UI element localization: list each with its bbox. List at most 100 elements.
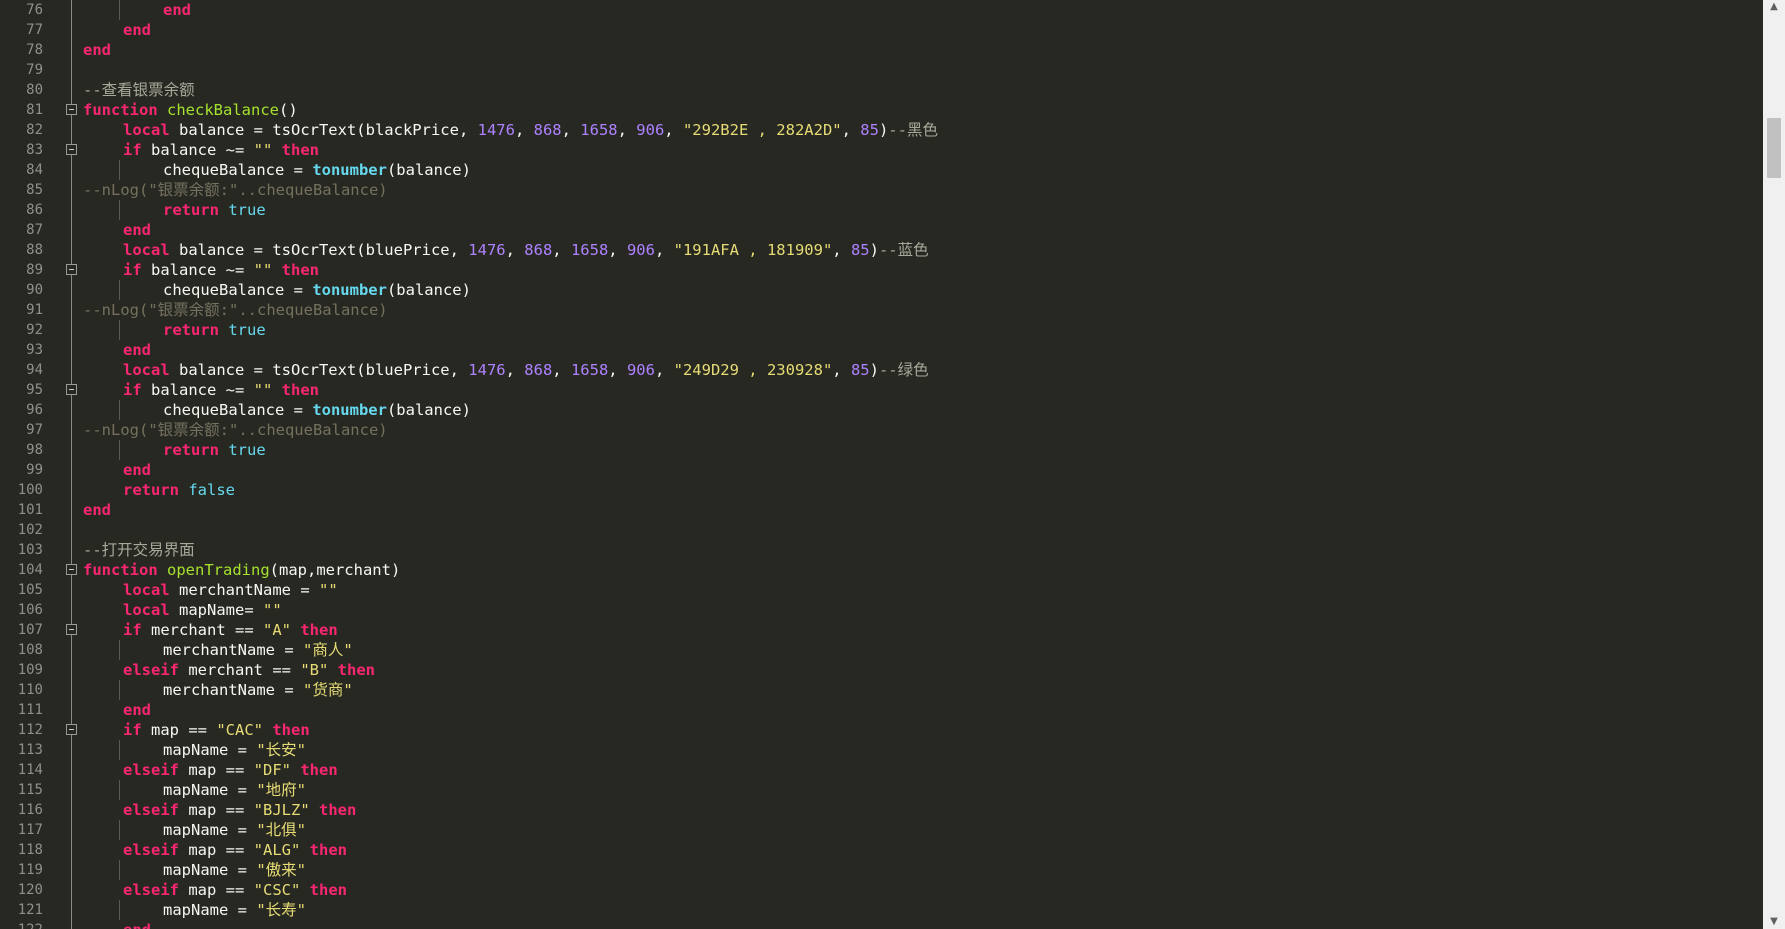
line-number: 113 <box>17 742 43 758</box>
fold-guide <box>71 80 72 100</box>
fold-guide <box>71 600 72 620</box>
fold-toggle-icon[interactable] <box>66 384 77 395</box>
code-line[interactable]: 103 --打开交易界面 <box>0 540 1740 560</box>
fold-guide <box>71 820 72 840</box>
code-editor[interactable]: 76 end 77 end 78 end 79 80 --查看银票余额 81 function ch… <box>0 0 1785 929</box>
code-line[interactable]: 113 mapName = "长安" <box>0 740 1740 760</box>
code-line[interactable]: 111 end <box>0 700 1740 720</box>
code-line[interactable]: 93 end <box>0 340 1740 360</box>
line-number: 122 <box>0 920 43 929</box>
code-text: return true <box>163 321 266 339</box>
code-lines[interactable]: 76 end 77 end 78 end 79 80 --查看银票余额 81 function ch… <box>0 0 1763 929</box>
code-line[interactable]: 107 if merchant == "A" then <box>0 620 1740 640</box>
code-line[interactable]: 92 return true <box>0 320 1740 340</box>
fold-guide <box>71 680 72 700</box>
code-line[interactable]: 84 chequeBalance = tonumber(balance) <box>0 160 1740 180</box>
code-line[interactable]: 117 mapName = "北俱" <box>0 820 1740 840</box>
code-text: return false <box>123 481 236 499</box>
line-number: 80 <box>26 82 43 98</box>
indent-guide <box>119 400 120 420</box>
code-line[interactable]: 116 elseif map == "BJLZ" then <box>0 800 1740 820</box>
code-line[interactable]: 102 <box>0 520 1740 540</box>
code-line[interactable]: 118 elseif map == "ALG" then <box>0 840 1740 860</box>
code-text: mapName = "傲来" <box>163 861 306 879</box>
code-text: function openTrading(map,merchant) <box>83 561 401 579</box>
fold-toggle-icon[interactable] <box>66 144 77 155</box>
fold-guide <box>71 200 72 220</box>
code-line[interactable]: 119 mapName = "傲来" <box>0 860 1740 880</box>
fold-guide <box>71 120 72 140</box>
code-line[interactable]: 90 chequeBalance = tonumber(balance) <box>0 280 1740 300</box>
fold-toggle-icon[interactable] <box>66 724 77 735</box>
code-line[interactable]: 115 mapName = "地府" <box>0 780 1740 800</box>
scroll-down-arrow-icon[interactable]: ▼ <box>1768 915 1780 929</box>
line-number: 93 <box>26 342 43 358</box>
code-line[interactable]: 99 end <box>0 460 1740 480</box>
code-line[interactable]: 83 if balance ~= "" then <box>0 140 1740 160</box>
fold-guide <box>71 500 72 520</box>
code-line[interactable]: 122 end <box>0 920 1740 929</box>
scrollbar-thumb[interactable] <box>1767 118 1781 178</box>
code-line[interactable]: 94 local balance = tsOcrText(bluePrice, 1… <box>0 360 1740 380</box>
code-line[interactable]: 95 if balance ~= "" then <box>0 380 1740 400</box>
code-line[interactable]: 112 if map == "CAC" then <box>0 720 1740 740</box>
code-line[interactable]: 80 --查看银票余额 <box>0 80 1740 100</box>
code-line[interactable]: 98 return true <box>0 440 1740 460</box>
line-number: 121 <box>17 902 43 918</box>
fold-toggle-icon[interactable] <box>66 104 77 115</box>
code-line[interactable]: 101 end <box>0 500 1740 520</box>
fold-guide <box>71 320 72 340</box>
code-line[interactable]: 77 end <box>0 20 1740 40</box>
code-line[interactable]: 100 return false <box>0 480 1740 500</box>
code-line[interactable]: 97 --nLog("银票余额:"..chequeBalance) <box>0 420 1740 440</box>
fold-guide <box>71 60 72 80</box>
line-number: 82 <box>26 122 43 138</box>
code-text: elseif map == "CSC" then <box>123 881 347 899</box>
code-line[interactable]: 108 merchantName = "商人" <box>0 640 1740 660</box>
indent-guide <box>119 160 120 180</box>
code-line[interactable]: 76 end <box>0 0 1740 20</box>
code-line[interactable]: 86 return true <box>0 200 1740 220</box>
code-line[interactable]: 78 end <box>0 40 1740 60</box>
fold-guide <box>71 460 72 480</box>
code-text: --nLog("银票余额:"..chequeBalance) <box>83 421 388 439</box>
code-line[interactable]: 114 elseif map == "DF" then <box>0 760 1740 780</box>
code-line[interactable]: 81 function checkBalance() <box>0 100 1740 120</box>
vertical-scrollbar[interactable]: ▲ ▼ <box>1763 0 1785 929</box>
code-line[interactable]: 106 local mapName= "" <box>0 600 1740 620</box>
fold-toggle-icon[interactable] <box>66 624 77 635</box>
fold-guide <box>71 160 72 180</box>
code-line[interactable]: 82 local balance = tsOcrText(blackPrice, … <box>0 120 1740 140</box>
line-number: 92 <box>26 322 43 338</box>
code-text: return true <box>163 441 266 459</box>
code-line[interactable]: 121 mapName = "长寿" <box>0 900 1740 920</box>
line-number: 114 <box>17 762 43 778</box>
fold-guide <box>71 740 72 760</box>
code-line[interactable]: 87 end <box>0 220 1740 240</box>
code-line[interactable]: 120 elseif map == "CSC" then <box>0 880 1740 900</box>
code-line[interactable]: 89 if balance ~= "" then <box>0 260 1740 280</box>
code-text: elseif map == "DF" then <box>123 761 338 779</box>
code-text: local mapName= "" <box>123 601 282 619</box>
scroll-up-arrow-icon[interactable]: ▲ <box>1768 0 1780 14</box>
fold-guide <box>71 240 72 260</box>
code-text: end <box>83 501 111 519</box>
code-line[interactable]: 88 local balance = tsOcrText(bluePrice, 1… <box>0 240 1740 260</box>
fold-toggle-icon[interactable] <box>66 264 77 275</box>
code-line[interactable]: 85 --nLog("银票余额:"..chequeBalance) <box>0 180 1740 200</box>
code-text: --nLog("银票余额:"..chequeBalance) <box>83 301 388 319</box>
fold-toggle-icon[interactable] <box>66 564 77 575</box>
code-line[interactable]: 79 <box>0 60 1740 80</box>
fold-guide <box>71 900 72 920</box>
code-line[interactable]: 96 chequeBalance = tonumber(balance) <box>0 400 1740 420</box>
fold-guide <box>71 800 72 820</box>
line-number: 105 <box>17 582 43 598</box>
code-line[interactable]: 104 function openTrading(map,merchant) <box>0 560 1740 580</box>
code-line[interactable]: 110 merchantName = "货商" <box>0 680 1740 700</box>
line-number: 111 <box>17 702 43 718</box>
code-line[interactable]: 91 --nLog("银票余额:"..chequeBalance) <box>0 300 1740 320</box>
code-text: elseif merchant == "B" then <box>123 661 375 679</box>
code-line[interactable]: 109 elseif merchant == "B" then <box>0 660 1740 680</box>
line-number: 115 <box>17 782 43 798</box>
code-line[interactable]: 105 local merchantName = "" <box>0 580 1740 600</box>
